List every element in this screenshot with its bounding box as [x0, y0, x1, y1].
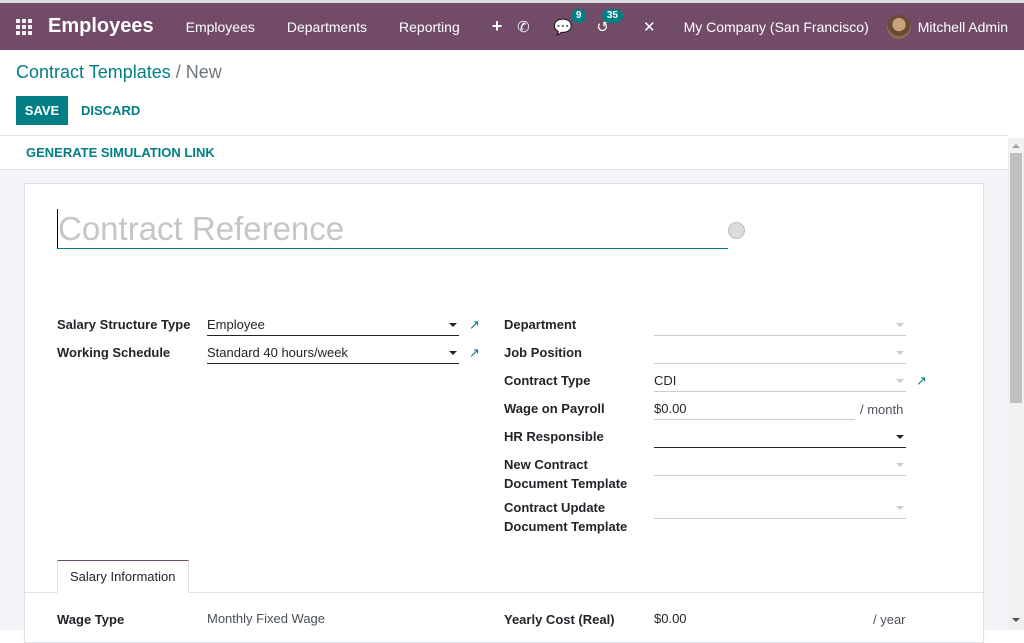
new-contract-template-label-line2: Document Template — [504, 476, 628, 491]
systray: ✆ 💬 9 ↺ 35 ✕ My Company (San Francisco) … — [505, 3, 1024, 50]
breadcrumb: Contract Templates / New — [16, 62, 222, 83]
working-schedule-label: Working Schedule — [57, 345, 171, 360]
chevron-down-icon[interactable] — [896, 351, 904, 355]
tab-salary-information[interactable]: Salary Information — [57, 560, 189, 593]
chevron-down-icon[interactable] — [896, 435, 904, 439]
working-schedule-value: Standard 40 hours/week — [207, 345, 348, 360]
save-button[interactable]: SAVE — [16, 96, 68, 125]
new-contract-template-field[interactable] — [654, 456, 906, 476]
salary-structure-type-value: Employee — [207, 317, 265, 332]
status-dot-icon[interactable] — [728, 222, 745, 239]
breadcrumb-current: New — [185, 62, 222, 82]
user-menu[interactable]: Mitchell Admin — [886, 14, 1024, 39]
chevron-down-icon[interactable] — [896, 323, 904, 327]
yearly-cost-label: Yearly Cost (Real) — [504, 612, 615, 627]
contract-type-label: Contract Type — [504, 373, 591, 388]
menu-departments[interactable]: Departments — [271, 19, 383, 35]
contract-reference-input[interactable] — [57, 209, 728, 249]
hr-responsible-label: HR Responsible — [504, 429, 604, 444]
external-link-icon[interactable]: ↗︎ — [469, 346, 481, 359]
department-label: Department — [504, 317, 577, 332]
breadcrumb-separator: / — [175, 62, 181, 82]
contract-type-value: CDI — [654, 373, 677, 388]
update-contract-template-label-line1: Contract Update — [504, 500, 606, 515]
tools-icon[interactable]: ✕ — [631, 18, 668, 36]
phone-icon[interactable]: ✆ — [505, 18, 542, 36]
avatar — [886, 14, 911, 39]
wage-type-value[interactable]: Monthly Fixed Wage — [207, 611, 325, 626]
chat-icon: 💬 — [553, 18, 573, 36]
new-contract-template-label-line1: New Contract — [504, 457, 588, 472]
chevron-down-icon[interactable] — [449, 323, 457, 327]
chevron-down-icon[interactable] — [896, 379, 904, 383]
job-position-field[interactable] — [654, 344, 906, 364]
menu-reporting[interactable]: Reporting — [383, 19, 476, 35]
form-statusbar: GENERATE SIMULATION LINK — [0, 135, 1008, 170]
yearly-cost-unit: / year — [873, 612, 906, 627]
new-contract-template-label: New Contract Document Template — [504, 455, 627, 493]
form-sheet: Salary Structure Type Employee ↗︎ Workin… — [24, 183, 984, 643]
department-field[interactable] — [654, 316, 906, 336]
vertical-scrollbar[interactable] — [1008, 138, 1024, 630]
chevron-down-icon[interactable] — [896, 506, 904, 510]
app-name[interactable]: Employees — [48, 15, 154, 38]
messages-button[interactable]: 💬 9 — [542, 8, 587, 36]
chevron-down-icon[interactable] — [449, 351, 457, 355]
working-schedule-field[interactable]: Standard 40 hours/week — [207, 344, 459, 364]
discard-button[interactable]: DISCARD — [72, 96, 149, 125]
menu-employees[interactable]: Employees — [170, 19, 271, 35]
scroll-down-icon[interactable] — [1012, 618, 1020, 622]
notebook-tabs: Salary Information — [25, 560, 983, 593]
wage-on-payroll-value: $0.00 — [654, 401, 687, 416]
external-link-icon[interactable]: ↗︎ — [469, 318, 481, 331]
yearly-cost-value: $0.00 — [654, 611, 687, 626]
salary-structure-type-label: Salary Structure Type — [57, 317, 191, 332]
generate-simulation-link-button[interactable]: GENERATE SIMULATION LINK — [26, 145, 215, 160]
wage-type-label: Wage Type — [57, 612, 125, 627]
scroll-up-icon[interactable] — [1012, 144, 1020, 148]
update-contract-template-label-line2: Document Template — [504, 519, 628, 534]
activities-button[interactable]: ↺ 35 — [584, 8, 623, 36]
activities-count-badge: 35 — [601, 8, 623, 23]
external-link-icon[interactable]: ↗︎ — [916, 374, 928, 387]
scrollbar-thumb[interactable] — [1010, 153, 1022, 403]
apps-menu-icon[interactable] — [16, 18, 32, 35]
salary-structure-type-field[interactable]: Employee — [207, 316, 459, 336]
wage-on-payroll-label: Wage on Payroll — [504, 401, 605, 416]
breadcrumb-parent[interactable]: Contract Templates — [16, 62, 171, 82]
wage-on-payroll-input[interactable]: $0.00 — [654, 400, 855, 420]
user-name: Mitchell Admin — [917, 18, 1008, 35]
top-navbar: Employees Employees Departments Reportin… — [0, 0, 1024, 50]
chevron-down-icon[interactable] — [896, 463, 904, 467]
wage-unit: / month — [860, 402, 904, 417]
company-switcher[interactable]: My Company (San Francisco) — [668, 19, 887, 35]
contract-type-field[interactable]: CDI — [654, 372, 906, 392]
job-position-label: Job Position — [504, 345, 582, 360]
update-contract-template-label: Contract Update Document Template — [504, 498, 627, 536]
update-contract-template-field[interactable] — [654, 499, 906, 519]
hr-responsible-field[interactable] — [654, 428, 906, 448]
